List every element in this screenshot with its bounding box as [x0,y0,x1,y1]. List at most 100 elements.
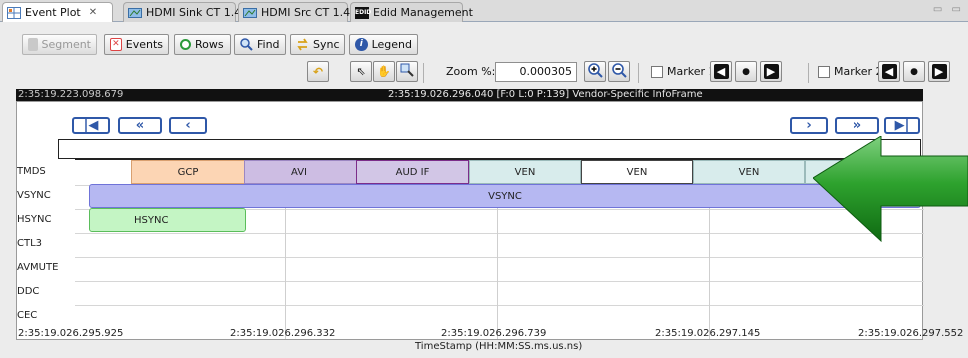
legend-label: Legend [371,38,412,51]
sync-label: Sync [313,38,340,51]
marker2-center-button[interactable]: ● [903,61,925,82]
arrow-left-icon: ◀ [713,64,729,79]
packet-gcp[interactable]: GCP [131,160,245,184]
double-chevron-left-icon: « [135,118,145,133]
packet-ven[interactable]: VEN [693,160,805,184]
nav-first-button[interactable]: |◀ [72,117,110,134]
segment-label: Segment [41,38,92,51]
dot-icon: ● [742,66,750,77]
nav-forward-button[interactable]: › [790,117,828,134]
marker1-center-button[interactable]: ● [735,61,757,82]
pointer-tool-button[interactable]: ⇖ [350,61,372,82]
search-icon [240,38,253,51]
pan-tool-button[interactable]: ✋ [373,61,395,82]
marker2-next-button[interactable]: ▶ [928,61,950,82]
axis-tick-label: 2:35:19.026.295.925 [18,328,124,339]
dot-icon: ● [910,66,918,77]
legend-button[interactable]: i Legend [349,34,418,55]
marker2-checkbox[interactable] [818,66,830,78]
packet-aud-if[interactable]: AUD IF [356,160,469,184]
toolbar-separator [423,63,424,83]
edid-icon: EDID [355,6,371,19]
row-divider [75,257,924,258]
event-plot-window: Event Plot ✕ HDMI Sink CT 1.4a HDMI Src … [0,0,968,358]
tab-label: Event Plot [25,6,81,19]
signal-label-vsync: VSYNC [17,190,51,201]
marker1-next-button[interactable]: ▶ [760,61,782,82]
nav-page-back-button[interactable]: « [118,117,162,134]
hsync-bar[interactable]: HSYNC [89,208,246,232]
skip-last-icon: ▶| [894,118,910,133]
overview-strip[interactable] [58,139,921,159]
tab-label: HDMI Sink CT 1.4a [146,6,248,19]
tab-label: HDMI Src CT 1.4a [261,6,357,19]
hand-icon: ✋ [377,65,391,78]
tab-hdmi-src[interactable]: HDMI Src CT 1.4a [238,2,357,22]
marker2-prev-button[interactable]: ◀ [878,61,900,82]
events-label: Events [125,38,163,51]
window-controls[interactable]: ▭ ▭ [933,4,964,15]
packet-ven-selected[interactable]: VEN [581,160,693,184]
event-plot-panel[interactable]: |◀ « ‹ › » ▶| TMDS VSYNC HSYNC CTL3 AVMU… [16,101,924,340]
zoom-out-button[interactable] [608,61,630,82]
tab-bar: Event Plot ✕ HDMI Sink CT 1.4a HDMI Src … [0,0,968,22]
tab-edid-management[interactable]: EDID Edid Management [350,2,473,22]
segment-button[interactable]: Segment [22,34,97,55]
axis-tick-label: 2:35:19.026.296.332 [230,328,336,339]
arrow-left-icon: ◀ [881,64,897,79]
axis-tick-label: 2:35:19.026.296.739 [441,328,547,339]
signal-label-cec: CEC [17,310,38,321]
zoom-region-icon [400,63,414,80]
tab-label: Edid Management [373,6,473,19]
signal-label-avmute: AVMUTE [17,262,59,273]
undo-arrow-icon: ↶ [312,64,324,79]
signal-label-ddc: DDC [17,286,40,297]
find-label: Find [257,38,280,51]
row-divider [75,281,924,282]
toolbar-main: Segment ✕ Events Rows Find Sync i Legend [0,34,968,58]
packet-avi[interactable]: AVI [244,160,357,184]
rows-button[interactable]: Rows [174,34,231,55]
cursor-time-left: 2:35:19.223.098.679 [18,89,124,100]
sync-icon [296,38,309,51]
events-icon: ✕ [110,38,122,51]
arrow-right-icon: ▶ [763,64,779,79]
nav-back-button[interactable]: ‹ [169,117,207,134]
zoom-region-button[interactable] [396,61,418,82]
nav-page-forward-button[interactable]: » [835,117,879,134]
zoom-in-button[interactable] [584,61,606,82]
signal-label-hsync: HSYNC [17,214,52,225]
zoom-label: Zoom %: [446,65,496,78]
zoom-percent-input[interactable]: 0.000305 [495,62,577,82]
toolbar-separator [808,63,809,83]
find-button[interactable]: Find [234,34,286,55]
close-icon[interactable]: ✕ [89,7,97,18]
skip-first-icon: |◀ [83,118,99,133]
arrow-right-icon: ▶ [931,64,947,79]
marker1-prev-button[interactable]: ◀ [710,61,732,82]
time-axis-title: TimeStamp (HH:MM:SS.ms.us.ns) [415,341,583,352]
chevron-left-icon: ‹ [185,118,191,133]
events-button[interactable]: ✕ Events [104,34,169,55]
row-divider [75,305,924,306]
packet-ven[interactable]: VEN [469,160,581,184]
zoom-in-icon [587,62,603,81]
vsync-bar[interactable]: VSYNC [89,184,921,208]
pointer-icon: ⇖ [356,65,366,78]
undo-button[interactable]: ↶ [307,61,329,82]
hdmi-icon [128,7,142,19]
tab-hdmi-sink[interactable]: HDMI Sink CT 1.4a [123,2,248,22]
marker1-checkbox[interactable] [651,66,663,78]
double-chevron-right-icon: » [852,118,862,133]
row-divider [75,233,924,234]
callout-arrow-icon [813,136,968,243]
tab-event-plot[interactable]: Event Plot ✕ [2,2,113,22]
hdmi-icon [243,7,257,19]
signal-label-tmds: TMDS [17,166,46,177]
toolbar-zoom: ↶ ⇖ ✋ Zoom %: 0.000305 Marker 1 ◀ ● ▶ Ma… [0,61,968,85]
sync-button[interactable]: Sync [290,34,345,55]
toolbar-separator [638,63,639,83]
rows-icon [180,39,191,50]
nav-last-button[interactable]: ▶| [884,117,920,134]
rows-label: Rows [195,38,224,51]
